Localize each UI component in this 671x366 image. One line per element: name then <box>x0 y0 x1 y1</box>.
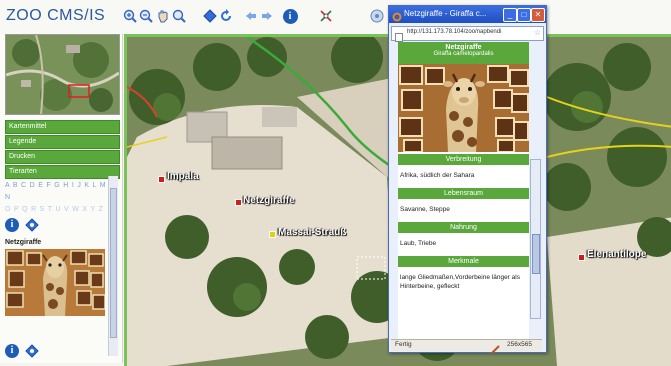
menu-item-drucken[interactable]: Drucken <box>5 150 120 164</box>
massai-strauss-label[interactable]: Massai-Strauß <box>278 227 346 238</box>
firefox-icon <box>392 9 402 27</box>
left-scrollbar[interactable] <box>108 176 118 356</box>
navigate-icon[interactable] <box>202 7 218 25</box>
elenantilope-label[interactable]: Elenantilope <box>587 249 646 260</box>
left-panel: Kartenmittel Legende Drucken Tierarten A… <box>0 34 123 363</box>
section-title-verbreitung: Verbreitung <box>398 154 529 165</box>
navigate-icon[interactable] <box>25 344 39 363</box>
navigate-icon[interactable] <box>25 218 39 237</box>
popup-title: Netzgiraffe - Giraffa c... <box>404 9 487 18</box>
app-title: ZOO CMS/IS <box>6 7 106 24</box>
measure-icon[interactable] <box>318 7 334 25</box>
refresh-icon[interactable] <box>218 7 234 25</box>
back-icon[interactable] <box>243 7 259 25</box>
popup-address-bar[interactable]: http://131.173.78.104/zoo/napbendi ☆ <box>391 26 544 42</box>
massai-strauss-marker[interactable] <box>269 231 276 238</box>
animal-name: Netzgiraffe <box>445 44 482 51</box>
minimize-button[interactable]: _ <box>503 8 517 22</box>
popup-statusbar: Fertig 256x565 <box>391 339 542 354</box>
section-text-nahrung: Laub, Triebe <box>400 240 437 247</box>
forward-icon[interactable] <box>259 7 275 25</box>
elenantilope-marker[interactable] <box>578 254 585 261</box>
scientific-name: Giraffa camelopardalis <box>433 51 494 57</box>
section-title-lebensraum: Lebensraum <box>398 188 529 199</box>
popup-content: Netzgiraffe Giraffa camelopardalis Verbr… <box>398 42 529 342</box>
animal-info-popup: Netzgiraffe - Giraffa c... _ □ ✕ http://… <box>388 5 547 354</box>
zoom-in-icon[interactable] <box>122 7 138 25</box>
zoom-out-icon[interactable] <box>138 7 154 25</box>
left-menu: Kartenmittel Legende Drucken Tierarten <box>5 120 120 180</box>
giraffe-photo <box>398 64 529 152</box>
impala-marker[interactable] <box>158 176 165 183</box>
close-button[interactable]: ✕ <box>531 8 545 22</box>
section-text-lebensraum: Savanne, Steppe <box>400 206 450 213</box>
window-size: 256x565 <box>507 341 532 348</box>
maximize-button[interactable]: □ <box>517 8 531 22</box>
animal-header: Netzgiraffe Giraffa camelopardalis <box>398 42 529 64</box>
popup-titlebar[interactable]: Netzgiraffe - Giraffa c... _ □ ✕ <box>389 6 546 23</box>
popup-url[interactable]: http://131.173.78.104/zoo/napbendi <box>407 29 501 35</box>
zoo-cms-app: ZOO CMS/IS i Kartenmittel Legende Drucke… <box>0 0 671 366</box>
scroll-thumb[interactable] <box>532 234 540 274</box>
help-icon[interactable] <box>369 7 385 25</box>
menu-item-kartenmittel[interactable]: Kartenmittel <box>5 120 120 134</box>
alphabet-index[interactable]: A B C D E F G H I J K L M N O P Q R S T … <box>5 180 107 216</box>
menu-item-legende[interactable]: Legende <box>5 135 120 149</box>
alphabet-row-2[interactable]: O P Q R S T U V W X Y Z <box>5 204 107 216</box>
section-title-merkmale: Merkmale <box>398 256 529 267</box>
netzgiraffe-label[interactable]: Netzgiraffe <box>243 195 295 206</box>
status-text: Fertig <box>395 341 412 348</box>
section-title-nahrung: Nahrung <box>398 222 529 233</box>
info-icon[interactable]: i <box>5 218 19 232</box>
search-map-icon[interactable] <box>171 7 187 25</box>
pan-icon[interactable] <box>155 7 171 25</box>
addon-icon[interactable] <box>491 341 500 359</box>
alphabet-row-1[interactable]: A B C D E F G H I J K L M N <box>5 180 107 204</box>
section-text-merkmale: lange Gliedmaßen,Vorderbeine länger als … <box>400 274 520 290</box>
header: ZOO CMS/IS i <box>0 0 671 34</box>
selected-animal-label: Netzgiraffe <box>5 239 42 246</box>
overview-map[interactable] <box>5 34 120 115</box>
bookmark-star-icon[interactable]: ☆ <box>534 28 541 37</box>
section-text-verbreitung: Afrika, südlich der Sahara <box>400 172 475 179</box>
impala-label[interactable]: Impala <box>167 171 199 182</box>
menu-item-tierarten[interactable]: Tierarten <box>5 165 120 179</box>
info-icon[interactable]: i <box>5 344 19 358</box>
giraffe-thumbnail[interactable] <box>5 249 105 316</box>
info-icon[interactable]: i <box>282 7 298 25</box>
popup-scrollbar[interactable] <box>530 159 541 319</box>
scroll-thumb[interactable] <box>110 188 117 338</box>
netzgiraffe-marker[interactable] <box>235 199 242 206</box>
